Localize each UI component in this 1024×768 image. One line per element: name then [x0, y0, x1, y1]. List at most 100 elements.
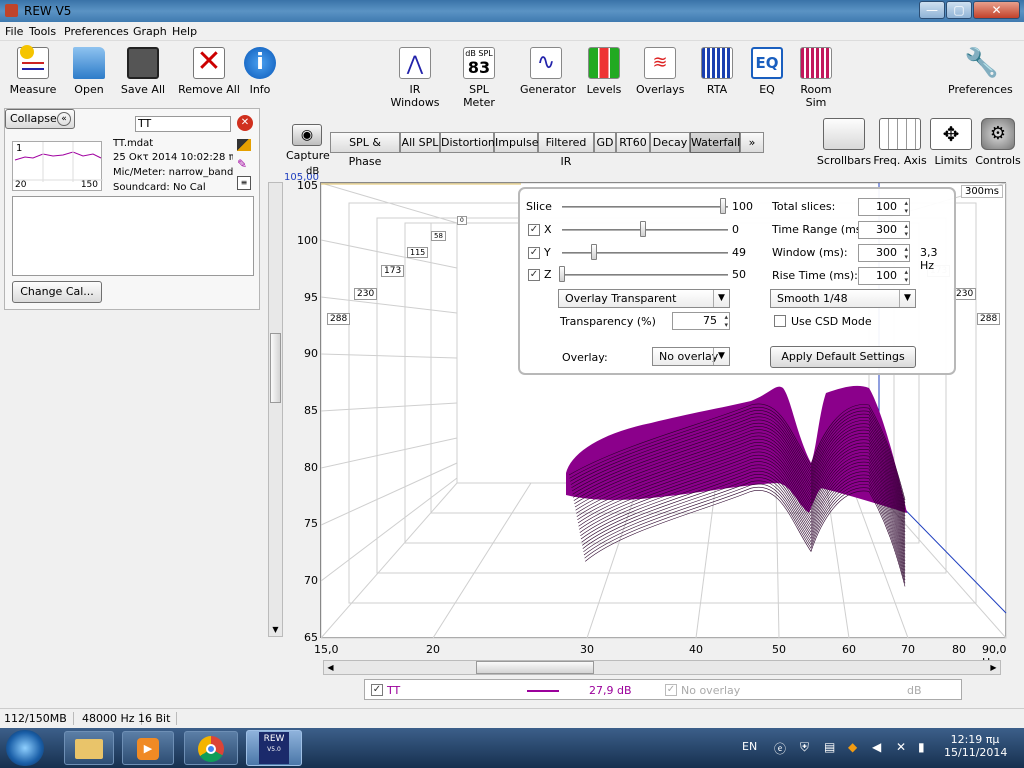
total-slices-spinner[interactable]: 100 — [858, 198, 910, 216]
horizontal-scrollbar[interactable]: ◀ ▶ — [323, 660, 1001, 675]
tab-rt60[interactable]: RT60 — [616, 132, 650, 153]
clear-filter-icon[interactable]: ✕ — [237, 115, 253, 131]
tab-gd[interactable]: GD — [594, 132, 616, 153]
color-pen-icon[interactable]: ✎ — [237, 157, 251, 171]
measurement-mic: Mic/Meter: narrow_band — [113, 167, 234, 178]
x-tick: 70 — [901, 643, 915, 656]
slice-slider[interactable] — [562, 206, 728, 208]
explorer-taskbar-icon[interactable] — [64, 731, 114, 765]
z-slider[interactable] — [562, 274, 728, 276]
thumb-x-min: 20 — [15, 180, 27, 190]
x-tick: 40 — [689, 643, 703, 656]
tab-distortion[interactable]: Distortion — [440, 132, 495, 153]
save-all-button[interactable]: Save All — [120, 41, 166, 96]
x-slider-thumb[interactable] — [640, 221, 646, 237]
menu-graph[interactable]: Graph — [133, 25, 167, 38]
x-tick: 15,0 — [314, 643, 339, 656]
clock[interactable]: 12:19 πμ 15/11/2014 — [944, 733, 1007, 759]
scroll-right-icon[interactable]: ▶ — [987, 661, 1000, 674]
info-button[interactable]: i Info — [244, 41, 276, 96]
smoothing-select[interactable]: Smooth 1/48 ▼ — [770, 289, 916, 308]
eq-label: EQ — [759, 83, 775, 96]
x-tick: 80 — [952, 643, 966, 656]
ir-windows-label: IR Windows — [390, 83, 440, 109]
open-label: Open — [74, 83, 104, 96]
menu-preferences[interactable]: Preferences — [64, 25, 129, 38]
y-slider-thumb[interactable] — [591, 244, 597, 260]
limits-button[interactable]: ✥ Limits — [928, 118, 974, 167]
overlay-mode-select[interactable]: Overlay Transparent ▼ — [558, 289, 730, 308]
open-button[interactable]: Open — [68, 41, 110, 96]
y-checkbox[interactable]: ✓ — [528, 247, 540, 259]
rise-time-spinner[interactable]: 100 — [858, 267, 910, 285]
overlays-button[interactable]: ≋ Overlays — [636, 41, 685, 96]
tab-filtered-ir[interactable]: Filtered IR — [538, 132, 594, 168]
notes-icon[interactable]: ≡ — [237, 176, 251, 190]
filter-input[interactable]: TT — [135, 116, 231, 132]
levels-button[interactable]: Levels — [586, 41, 622, 96]
spl-meter-button[interactable]: dB SPL 83 SPL Meter — [452, 41, 506, 109]
menu-file[interactable]: File — [5, 25, 23, 38]
edit-icon[interactable] — [237, 139, 251, 151]
chrome-taskbar-icon[interactable] — [184, 731, 238, 765]
start-button[interactable] — [6, 730, 44, 766]
preferences-button[interactable]: 🔧 Preferences — [948, 41, 1013, 97]
collapse-button[interactable]: Collapse « — [5, 109, 75, 129]
csd-mode-checkbox[interactable] — [774, 315, 786, 327]
minimize-button[interactable]: — — [919, 1, 945, 19]
tab-decay[interactable]: Decay — [650, 132, 690, 153]
apply-default-settings-button[interactable]: Apply Default Settings — [770, 346, 916, 368]
ie-tray-icon[interactable]: ⓔ — [774, 740, 786, 757]
tab-waterfall[interactable]: Waterfall — [690, 132, 740, 153]
maximize-button[interactable]: ▢ — [946, 1, 972, 19]
tab-spl-phase[interactable]: SPL & Phase — [330, 132, 400, 168]
menu-bar: File Tools Preferences Graph Help — [0, 22, 1024, 41]
legend-tt-checkbox[interactable]: ✓ — [371, 684, 383, 696]
z-checkbox[interactable]: ✓ — [528, 269, 540, 281]
info-icon: i — [244, 47, 276, 79]
rta-button[interactable]: RTA — [700, 41, 734, 96]
change-cal-button[interactable]: Change Cal... — [12, 281, 102, 303]
window-spinner[interactable]: 300 — [858, 244, 910, 262]
scroll-left-icon[interactable]: ◀ — [324, 661, 337, 674]
menu-tools[interactable]: Tools — [29, 25, 56, 38]
scrollbars-button[interactable]: Scrollbars — [816, 118, 872, 167]
legend-overlay-checkbox[interactable]: ✓ — [665, 684, 677, 696]
chevron-down-icon: ▼ — [713, 348, 729, 365]
overlay-select[interactable]: No overlay ▼ — [652, 347, 730, 366]
eq-button[interactable]: EQ EQ — [750, 41, 784, 96]
shield-tray-icon[interactable]: ⛨ — [800, 740, 809, 755]
z-slider-thumb[interactable] — [559, 266, 565, 282]
remove-all-button[interactable]: ✕ Remove All — [178, 41, 240, 97]
room-sim-button[interactable]: Room Sim — [790, 41, 842, 109]
tab-impulse[interactable]: Impulse — [494, 132, 538, 153]
tab-more[interactable]: » — [740, 132, 764, 153]
language-indicator[interactable]: EN — [742, 740, 757, 753]
rew-taskbar-icon[interactable]: REW V5.0 — [246, 730, 302, 766]
freq-axis-button[interactable]: Freq. Axis — [872, 118, 928, 167]
y-slider[interactable] — [562, 252, 728, 254]
bit-depth-status: 16 Bit — [138, 712, 178, 725]
measurement-thumbnail[interactable]: 1 20 150 — [12, 141, 103, 191]
title-bar: REW V5 — ▢ ✕ — [0, 0, 1024, 22]
menu-help[interactable]: Help — [172, 25, 197, 38]
time-range-spinner[interactable]: 300 — [858, 221, 910, 239]
controls-button[interactable]: ⚙ Controls — [974, 118, 1022, 167]
horizontal-scroll-thumb[interactable] — [476, 661, 594, 674]
volume-tray-icon[interactable]: ◀ — [872, 740, 881, 754]
measure-button[interactable]: Measure — [8, 41, 58, 96]
network-tray-icon[interactable]: ✕ — [896, 740, 906, 754]
notes-area[interactable] — [12, 196, 254, 276]
generator-button[interactable]: ∿ Generator — [520, 41, 576, 96]
ir-windows-button[interactable]: ⋀ IR Windows — [384, 41, 446, 109]
device-tray-icon[interactable]: ▤ — [824, 740, 835, 754]
app-tray-icon[interactable]: ◆ — [848, 740, 857, 754]
x-checkbox[interactable]: ✓ — [528, 224, 540, 236]
signal-tray-icon[interactable]: ▮ — [918, 740, 925, 754]
transparency-spinner[interactable]: 75 — [672, 312, 730, 330]
tab-all-spl[interactable]: All SPL — [400, 132, 440, 153]
slice-slider-thumb[interactable] — [720, 198, 726, 214]
close-button[interactable]: ✕ — [973, 1, 1020, 19]
media-player-taskbar-icon[interactable]: ▶ — [122, 731, 174, 765]
legend-tt-name: TT — [387, 684, 401, 697]
